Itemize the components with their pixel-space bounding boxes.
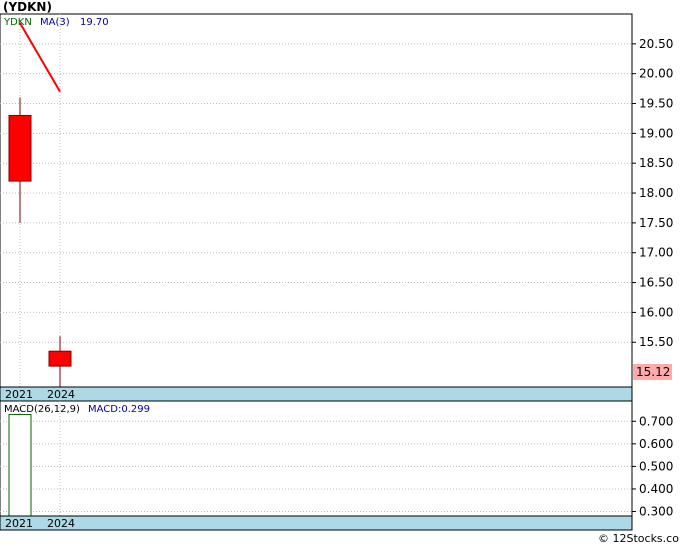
ma-label: MA(3) <box>40 17 70 28</box>
price-axis: 15.50 16.00 16.50 17.00 17.50 18.00 18.50 19.00… <box>632 37 673 349</box>
chart-title: (YDKN) <box>3 0 52 14</box>
watermark: © 12Stocks.com <box>598 532 680 545</box>
macd-tick-label: 0.600 <box>639 437 673 451</box>
macd-tick-label: 0.500 <box>639 459 673 473</box>
macd-x-label-2024: 2024 <box>47 517 75 530</box>
macd-bar <box>8 414 32 517</box>
ma-value: 19.70 <box>80 17 109 28</box>
price-x-label-2021: 2021 <box>5 388 33 401</box>
last-price-label: 15.12 <box>636 365 670 379</box>
price-tick-label: 20.00 <box>639 67 673 81</box>
price-tick-label: 18.50 <box>639 156 673 170</box>
ticker-label: YDKN <box>3 17 32 28</box>
price-tick-label: 19.00 <box>639 126 673 140</box>
macd-x-axis-band <box>0 515 633 531</box>
macd-x-label-2021: 2021 <box>5 517 33 530</box>
macd-bars <box>8 414 32 517</box>
candle-body <box>48 350 72 367</box>
price-tick-label: 20.50 <box>639 37 673 51</box>
stock-chart: (YDKN) 15.50 16.00 16.50 17.00 17.50 18.00 18.… <box>0 0 680 545</box>
price-tick-label: 17.50 <box>639 216 673 230</box>
price-tick-label: 17.00 <box>639 246 673 260</box>
macd-tick-label: 0.400 <box>639 482 673 496</box>
price-x-axis-band <box>0 386 633 402</box>
price-tick-label: 16.00 <box>639 305 673 319</box>
candle-body <box>8 114 32 182</box>
macd-label: MACD(26,12,9) <box>4 404 80 415</box>
macd-panel <box>0 400 633 530</box>
macd-axis: 0.300 0.400 0.500 0.600 0.700 <box>632 414 673 518</box>
price-tick-label: 15.50 <box>639 335 673 349</box>
price-tick-label: 19.50 <box>639 97 673 111</box>
macd-tick-label: 0.300 <box>639 504 673 518</box>
macd-value: MACD:0.299 <box>88 404 150 415</box>
price-x-label-2024: 2024 <box>47 388 75 401</box>
price-tick-label: 18.00 <box>639 186 673 200</box>
macd-tick-label: 0.700 <box>639 414 673 428</box>
price-tick-label: 16.50 <box>639 276 673 290</box>
